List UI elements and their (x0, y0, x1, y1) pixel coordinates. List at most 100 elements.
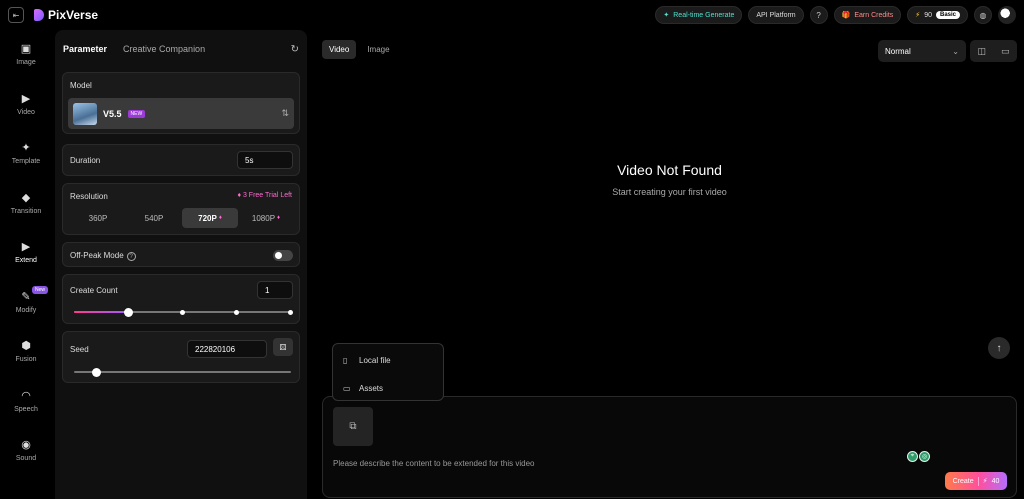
create-count-slider[interactable] (74, 307, 293, 317)
quality-select[interactable]: Normal ⌄ (878, 40, 966, 62)
globe-icon[interactable]: ◍ (974, 6, 992, 24)
plan-badge: Basic (935, 11, 960, 19)
gem-icon: ♦ (237, 192, 242, 199)
rail-item-modify[interactable]: New ✎ Modify (0, 278, 52, 328)
tab-image[interactable]: Image (360, 40, 396, 59)
upload-menu: ▯ Local file ▭ Assets (332, 343, 444, 401)
duration-card: Duration 5s (62, 144, 300, 176)
tab-creative-companion[interactable]: Creative Companion (123, 44, 205, 54)
new-badge: New (31, 285, 48, 294)
sparkle-icon: ✦ (663, 12, 670, 19)
empty-state-title: Video Not Found (617, 162, 722, 178)
pixverse-logo-icon (34, 9, 44, 21)
extend-icon: ▶ (21, 241, 31, 254)
credits-display[interactable]: ⚡ 90 Basic (907, 6, 968, 24)
location-pin-icon[interactable]: ⌖ (907, 451, 918, 462)
reset-icon[interactable]: ↻ (291, 44, 299, 55)
resolution-option-720p[interactable]: 720P ♦ (182, 208, 238, 228)
resolution-option-540p[interactable]: 540P (126, 208, 182, 228)
gem-icon: ♦ (277, 215, 281, 221)
model-new-tag: NEW (127, 109, 146, 118)
arrow-up-icon: ↑ (996, 342, 1002, 354)
upload-menu-local-file[interactable]: ▯ Local file (333, 348, 443, 372)
earn-credits-button[interactable]: 🎁 Earn Credits (833, 6, 902, 24)
resolution-label: Resolution (70, 192, 108, 201)
model-card: Model V5.5 NEW ⇅ (62, 72, 300, 134)
help-icon[interactable]: ? (126, 252, 136, 261)
create-count-card: Create Count 1 (62, 274, 300, 324)
seed-slider[interactable] (74, 367, 291, 377)
api-platform-button[interactable]: API Platform (748, 6, 804, 24)
rail-item-sound[interactable]: ◉ Sound (0, 426, 52, 476)
assistant-icon[interactable]: ◎ (919, 451, 930, 462)
gem-icon: ♦ (218, 215, 222, 221)
rail-item-image[interactable]: ▣ Image (0, 30, 52, 80)
create-count-slider-fill (74, 311, 128, 313)
empty-state-subtitle: Start creating your first video (612, 187, 727, 197)
prompt-input[interactable]: Please describe the content to be extend… (333, 459, 534, 468)
tune-icon: ⇅ (281, 108, 289, 118)
upload-icon: ⧉ (349, 421, 357, 432)
help-icon[interactable]: ? (809, 6, 828, 24)
grid-view-icon[interactable]: ◫ (977, 46, 986, 57)
rail-item-transition[interactable]: ◆ Transition (0, 179, 52, 229)
rail-item-fusion[interactable]: ⬢ Fusion (0, 327, 52, 377)
upload-video-button[interactable]: ⧉ (333, 407, 373, 446)
lips-icon: ◠ (21, 389, 31, 402)
create-count-slider-knob[interactable] (124, 307, 133, 317)
rail-item-extend[interactable]: ▶ Extend (0, 228, 52, 278)
create-count-label: Create Count (70, 286, 118, 295)
slider-step-dot (288, 309, 293, 315)
resolution-option-1080p[interactable]: 1080P ♦ (238, 208, 294, 228)
cube-icon: ⬢ (21, 340, 31, 353)
create-count-input[interactable]: 1 (257, 281, 293, 299)
rail-item-video[interactable]: ▶ Video (0, 80, 52, 130)
rail-item-speech[interactable]: ◠ Speech (0, 377, 52, 427)
tab-parameter[interactable]: Parameter (63, 44, 107, 54)
slider-step-dot (180, 309, 185, 315)
offpeak-label: Off-Peak Mode? (70, 251, 136, 261)
avatar[interactable] (998, 6, 1016, 24)
model-thumbnail (73, 102, 97, 125)
scroll-top-button[interactable]: ↑ (988, 337, 1010, 359)
resolution-options: 360P 540P 720P ♦ 1080P ♦ (70, 208, 294, 228)
lightning-icon: ⚡ (915, 12, 921, 19)
sound-icon: ◉ (21, 439, 31, 452)
app-name: PixVerse (48, 8, 99, 22)
chevron-down-icon: ⌄ (952, 46, 959, 56)
prompt-composer: ⧉ Please describe the content to be exte… (322, 396, 1017, 498)
upload-menu-assets[interactable]: ▭ Assets (333, 376, 443, 400)
create-button[interactable]: Create ⚡ 40 (945, 472, 1007, 490)
dice-icon[interactable]: ⚄ (273, 338, 293, 356)
realtime-generate-button[interactable]: ✦ Real-time Generate (655, 6, 743, 24)
collapse-sidebar-icon[interactable]: ⇤ (8, 7, 24, 23)
file-icon: ▯ (343, 355, 348, 365)
resolution-card: Resolution ♦ 3 Free Trial Left 360P 540P… (62, 183, 300, 235)
transition-icon: ◆ (21, 191, 31, 204)
parameter-panel: Parameter Creative Companion ↻ Model V5.… (55, 30, 307, 499)
lightning-icon: ⚡ (982, 478, 988, 485)
seed-slider-knob[interactable] (92, 367, 101, 377)
image-icon: ▣ (20, 43, 32, 56)
gift-icon: 🎁 (841, 12, 851, 19)
slider-step-dot (234, 309, 239, 315)
duration-select[interactable]: 5s (237, 151, 293, 169)
left-rail: ▣ Image ▶ Video ✦ Template ◆ Transition ▶ Ext… (0, 30, 52, 499)
ai-assistant-icons: ⌖ ◎ (907, 451, 930, 462)
duration-label: Duration (70, 156, 101, 165)
view-toggle: ◫ ▭ (970, 40, 1017, 62)
resolution-option-360p[interactable]: 360P (70, 208, 126, 228)
tab-video[interactable]: Video (322, 40, 357, 59)
main-area: Video Image Normal ⌄ ◫ ▭ Video Not Found… (322, 30, 1017, 499)
video-icon: ▶ (21, 92, 31, 105)
model-selector[interactable]: V5.5 NEW ⇅ (68, 98, 294, 129)
model-label: Model (70, 81, 92, 90)
app-logo[interactable]: PixVerse (34, 8, 98, 22)
rail-item-template[interactable]: ✦ Template (0, 129, 52, 179)
offpeak-toggle[interactable] (273, 250, 293, 261)
offpeak-card: Off-Peak Mode? (62, 242, 300, 267)
model-name: V5.5 (103, 108, 122, 119)
seed-input[interactable]: 222820106 (187, 340, 267, 358)
seed-card: Seed 222820106 ⚄ (62, 331, 300, 383)
list-view-icon[interactable]: ▭ (1001, 46, 1010, 57)
